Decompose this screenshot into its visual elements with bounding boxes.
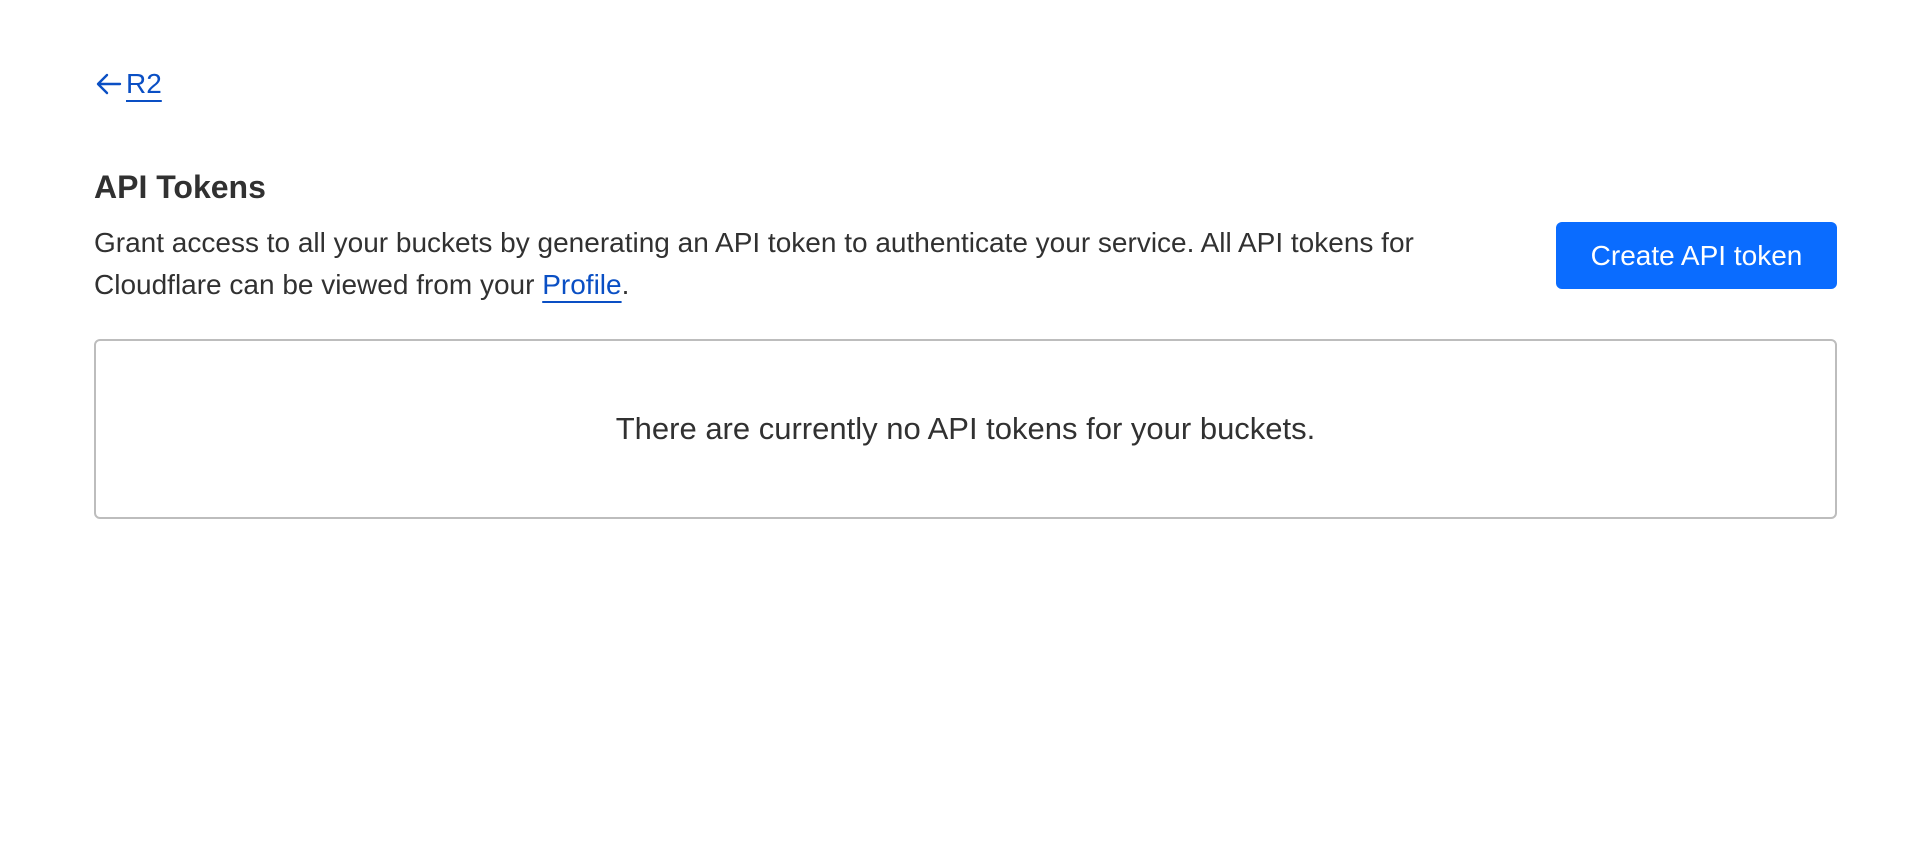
description-text: Grant access to all your buckets by gene… (94, 227, 1414, 300)
empty-state-message: There are currently no API tokens for yo… (615, 411, 1316, 446)
tokens-empty-state: There are currently no API tokens for yo… (94, 339, 1837, 519)
page-description: Grant access to all your buckets by gene… (94, 222, 1534, 306)
description-period: . (621, 269, 630, 300)
api-tokens-page: R2 API Tokens Grant access to all your b… (94, 0, 1837, 856)
back-link-r2[interactable]: R2 (94, 64, 162, 104)
create-api-token-button[interactable]: Create API token (1556, 222, 1837, 289)
page-title: API Tokens (94, 169, 266, 205)
back-link-label: R2 (126, 68, 162, 99)
arrow-left-icon (96, 73, 122, 95)
profile-link[interactable]: Profile (542, 269, 621, 300)
